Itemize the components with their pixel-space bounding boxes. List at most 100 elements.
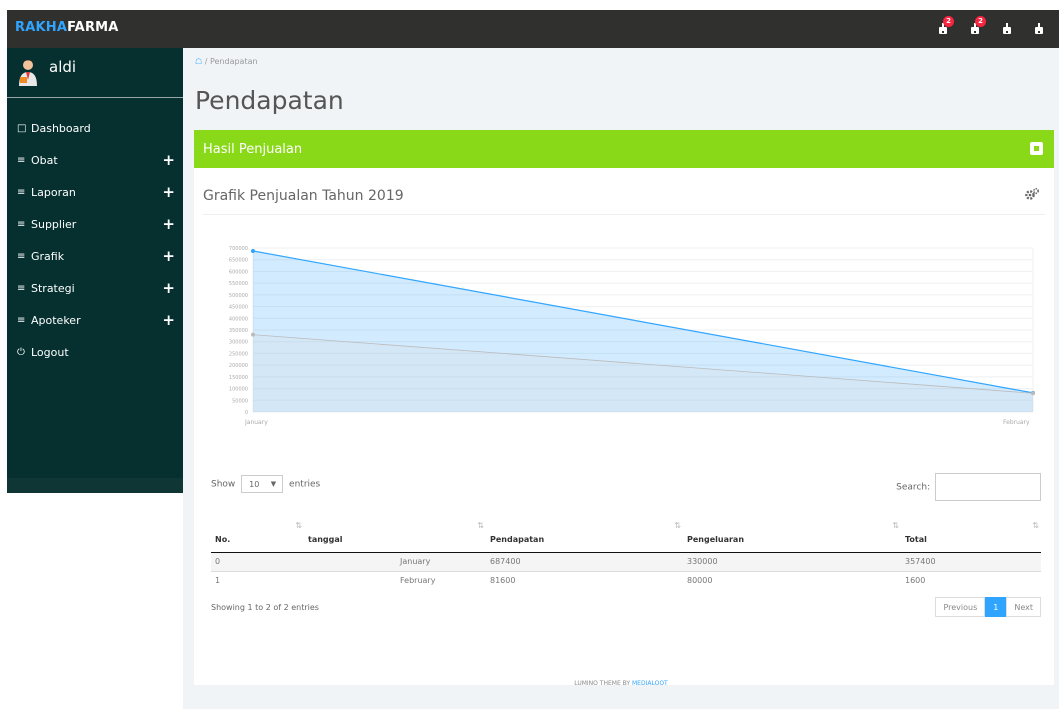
plus-icon[interactable]: + <box>162 311 175 329</box>
table-cell: 1600 <box>901 570 1041 590</box>
avatar <box>19 60 37 86</box>
y-tick-label: 100000 <box>229 387 248 393</box>
sidebar-item-obat[interactable]: ≡ Obat + <box>7 144 183 176</box>
column-header[interactable]: tanggal ⇅ <box>304 515 486 553</box>
y-tick-label: 450000 <box>229 305 248 311</box>
y-tick-label: 550000 <box>229 281 248 287</box>
alert-icon <box>1035 23 1043 34</box>
divider <box>203 214 1045 215</box>
alert-icon <box>1003 23 1011 34</box>
pagination: Previous 1 Next <box>935 597 1041 617</box>
next-button[interactable]: Next <box>1006 597 1041 617</box>
table-row: 1 February 81600 80000 1600 <box>211 570 1041 590</box>
table-cell: 80000 <box>683 570 901 590</box>
notification-button[interactable] <box>1027 16 1053 42</box>
page-1-button[interactable]: 1 <box>985 597 1007 617</box>
table-row: 0 January 687400 330000 357400 <box>211 551 1041 571</box>
y-tick-label: 600000 <box>229 269 248 275</box>
column-header[interactable]: Pendapatan ⇅ <box>486 515 683 553</box>
notification-button[interactable]: 2 <box>931 16 957 42</box>
sidebar-item-label: Dashboard <box>31 121 91 135</box>
y-tick-label: 50000 <box>232 398 248 404</box>
sidebar-item-label: Strategi <box>31 281 75 295</box>
collapse-icon[interactable] <box>1030 142 1043 155</box>
previous-button[interactable]: Previous <box>935 597 986 617</box>
panel-title: Hasil Penjualan <box>203 142 303 157</box>
menu-icon: ≡ <box>17 218 26 230</box>
sidebar-item-label: Laporan <box>31 185 76 199</box>
sidebar-item-dashboard[interactable]: □ Dashboard <box>7 112 183 144</box>
search-input[interactable] <box>935 473 1041 501</box>
sidebar-item-label: Obat <box>31 153 58 167</box>
plus-icon[interactable]: + <box>162 279 175 297</box>
sort-icon: ⇅ <box>674 521 681 530</box>
main-content: ☖ / Pendapatan Pendapatan Hasil Penjuala… <box>183 48 1059 709</box>
sidebar-item-supplier[interactable]: ≡ Supplier + <box>7 208 183 240</box>
search-label: Search: <box>896 482 931 493</box>
column-header-label: Total <box>905 534 927 544</box>
column-header[interactable]: Pengeluaran ⇅ <box>683 515 901 553</box>
column-header[interactable]: No. ⇅ <box>211 515 304 553</box>
sort-icon: ⇅ <box>295 521 302 530</box>
entries-select[interactable]: 10 ▼ <box>241 475 284 493</box>
table-cell: 687400 <box>486 551 683 571</box>
show-label: Show <box>211 479 236 490</box>
top-navbar: RAKHAFARMA 22 <box>7 10 1059 48</box>
plus-icon[interactable]: + <box>162 215 175 233</box>
sidebar-item-logout[interactable]: ⏻ Logout <box>7 336 183 368</box>
footer-link[interactable]: MEDIALOOT <box>632 680 668 687</box>
column-header[interactable]: Total ⇅ <box>901 515 1041 553</box>
sidebar-item-laporan[interactable]: ≡ Laporan + <box>7 176 183 208</box>
y-tick-label: 700000 <box>229 246 248 252</box>
data-point[interactable] <box>251 332 255 337</box>
data-point[interactable] <box>1031 391 1035 396</box>
notification-button[interactable]: 2 <box>963 16 989 42</box>
brand-part1: RAKHA <box>15 20 68 35</box>
sort-icon: ⇅ <box>892 521 899 530</box>
plus-icon[interactable]: + <box>162 183 175 201</box>
page-title: Pendapatan <box>195 86 344 115</box>
table-cell: 1 <box>211 570 304 590</box>
sidebar-item-strategi[interactable]: ≡ Strategi + <box>7 272 183 304</box>
plus-icon[interactable]: + <box>162 151 175 169</box>
notification-badge: 2 <box>975 16 986 27</box>
y-tick-label: 400000 <box>229 316 248 322</box>
sidebar-item-apoteker[interactable]: ≡ Apoteker + <box>7 304 183 336</box>
sort-icon: ⇅ <box>1032 521 1039 530</box>
home-icon[interactable]: ☖ <box>195 57 202 66</box>
sidebar-item-grafik[interactable]: ≡ Grafik + <box>7 240 183 272</box>
data-point[interactable] <box>251 248 255 253</box>
x-tick-label: January <box>244 419 268 426</box>
y-tick-label: 350000 <box>229 328 248 334</box>
gear-icon[interactable] <box>1024 187 1040 201</box>
y-tick-label: 250000 <box>229 351 248 357</box>
show-entries: Show 10 ▼ entries <box>211 475 320 493</box>
table-cell: 357400 <box>901 551 1041 571</box>
sort-icon: ⇅ <box>477 521 484 530</box>
column-header-label: Pendapatan <box>490 534 545 544</box>
plus-icon[interactable]: + <box>162 247 175 265</box>
y-tick-label: 200000 <box>229 363 248 369</box>
sidebar-menu: □ Dashboard ≡ Obat + ≡ Laporan + ≡ Supplier + ≡ Graf… <box>7 112 183 368</box>
table-cell: 81600 <box>486 570 683 590</box>
y-tick-label: 500000 <box>229 293 248 299</box>
sidebar: aldi □ Dashboard ≡ Obat + ≡ Laporan + ≡ Supplier +… <box>7 48 183 493</box>
breadcrumb-current: Pendapatan <box>209 57 258 66</box>
sidebar-item-label: Grafik <box>31 249 65 263</box>
chevron-down-icon: ▼ <box>270 480 277 488</box>
column-header-label: Pengeluaran <box>687 534 745 544</box>
menu-icon: □ <box>17 122 27 134</box>
menu-icon: ⏻ <box>17 346 25 358</box>
brand-part2: FARMA <box>67 20 119 35</box>
brand-logo[interactable]: RAKHAFARMA <box>15 20 119 35</box>
notification-button[interactable] <box>995 16 1021 42</box>
username: aldi <box>49 58 77 76</box>
search-box: Search: <box>896 473 1041 501</box>
y-tick-label: 150000 <box>229 375 248 381</box>
footer: LUMINO THEME BY MEDIALOOT <box>183 680 1059 687</box>
chart-title: Grafik Penjualan Tahun 2019 <box>203 188 404 204</box>
y-tick-label: 0 <box>245 410 248 416</box>
top-icons: 22 <box>931 16 1059 42</box>
footer-text: LUMINO THEME BY <box>574 680 632 687</box>
notification-badge: 2 <box>943 16 954 27</box>
